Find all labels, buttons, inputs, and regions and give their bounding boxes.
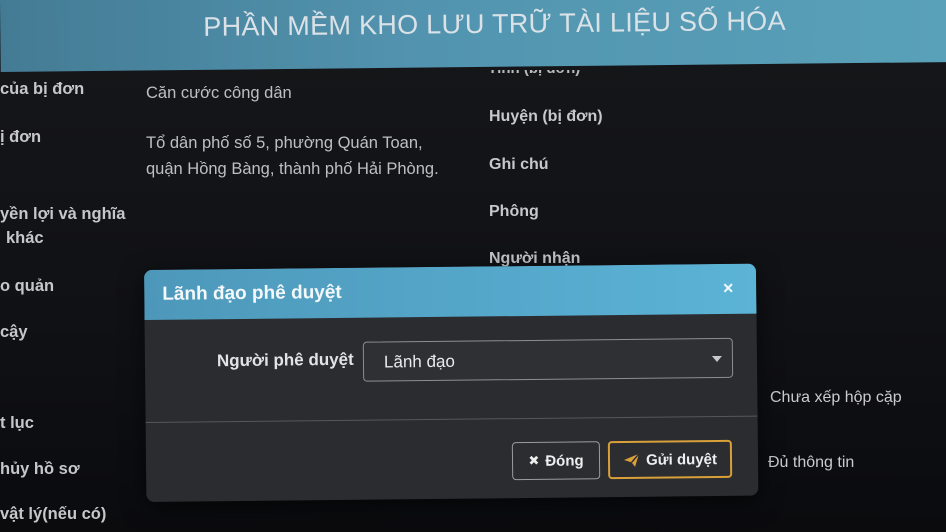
field-label-district: Huyện (bị đơn) <box>489 108 603 125</box>
modal-divider <box>145 415 758 423</box>
field-label-catalog: t lục <box>0 414 34 432</box>
app-header: PHẦN MỀM KHO LƯU TRỮ TÀI LIỆU SỐ HÓA <box>0 0 946 72</box>
info-status-text: Đủ thông tin <box>768 454 855 471</box>
modal-header: Lãnh đạo phê duyệt × <box>144 263 757 320</box>
approver-label: Người phê duyệt <box>216 349 354 371</box>
field-label-rights: yền lợi và nghĩa <box>0 205 126 223</box>
field-label-defendant-id: của bị đơn <box>0 80 85 98</box>
close-icon: ✖ <box>528 452 540 468</box>
field-label-other: khác <box>6 229 44 247</box>
page-title: PHẦN MỀM KHO LƯU TRỮ TÀI LIỆU SỐ HÓA <box>203 5 786 42</box>
modal-title: Lãnh đạo phê duyệt <box>162 281 342 305</box>
field-value-id-type: Căn cước công dân <box>146 84 292 102</box>
approver-select-value: Lãnh đạo <box>383 351 455 372</box>
field-label-defendant: ị đơn <box>0 128 42 146</box>
box-status-text: Chưa xếp hộp cặp <box>770 389 902 406</box>
chevron-down-icon <box>711 355 722 363</box>
app-window: PHẦN MỀM KHO LƯU TRỮ TÀI LIỆU SỐ HÓA của… <box>0 0 946 532</box>
close-button[interactable]: ✖ Đóng <box>511 441 601 481</box>
send-approval-button[interactable]: Gửi duyệt <box>607 439 733 480</box>
paper-plane-icon <box>623 452 640 467</box>
field-label-note: Ghi chú <box>489 156 549 173</box>
field-label-physical: vật lý(nếu có) <box>0 505 107 523</box>
field-label-storage: o quản <box>0 277 55 295</box>
close-button-label: Đóng <box>545 451 584 470</box>
field-value-address-2: quận Hồng Bàng, thành phố Hải Phòng. <box>146 160 439 178</box>
field-value-address-1: Tổ dân phố số 5, phường Quán Toan, <box>146 134 423 152</box>
close-icon[interactable]: × <box>718 278 738 298</box>
approval-modal: Lãnh đạo phê duyệt × Người phê duyệt Lãn… <box>144 263 759 502</box>
send-approval-label: Gửi duyệt <box>645 450 718 469</box>
field-label-destroy: hủy hồ sơ <box>0 460 80 478</box>
field-label-reliability: cậy <box>0 323 28 341</box>
field-label-fonds: Phông <box>489 203 539 220</box>
approver-select[interactable]: Lãnh đạo <box>362 337 734 382</box>
